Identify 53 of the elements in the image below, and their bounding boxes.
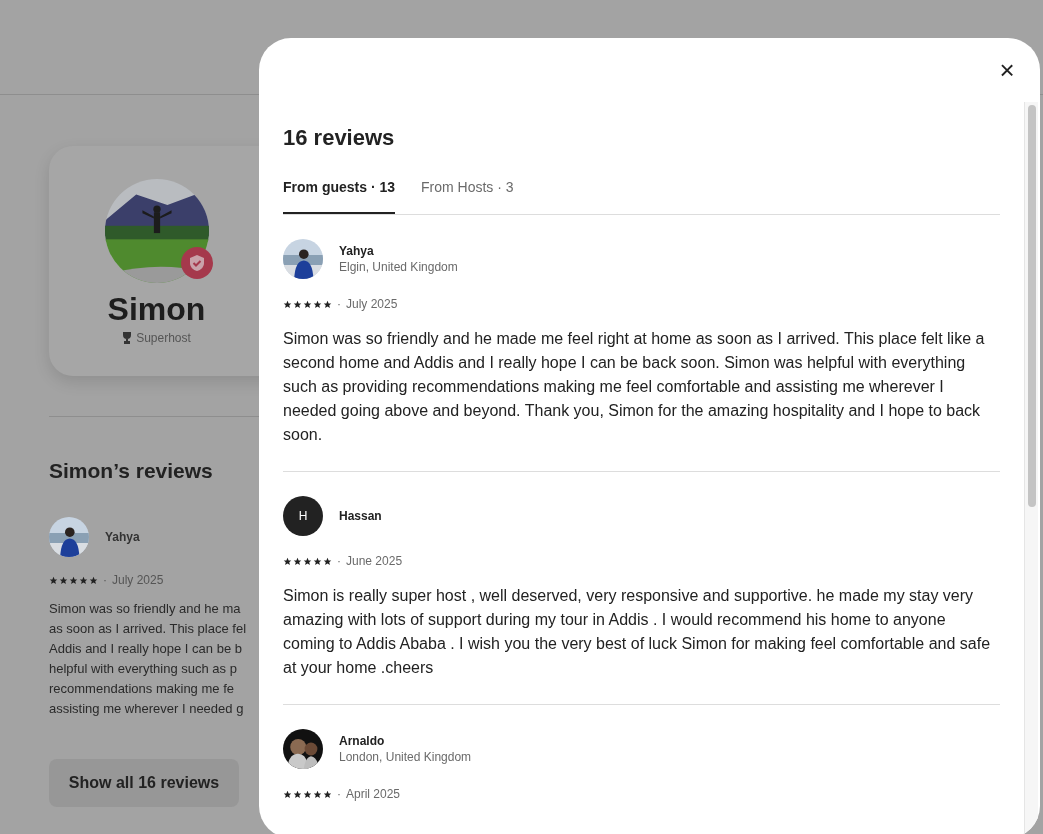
review-date: April 2025 [346, 786, 401, 803]
star-icon [313, 789, 322, 799]
avatar-initial: H [283, 496, 323, 536]
tab[interactable]: From guests · 13 [283, 177, 396, 214]
reviewer-location: London, United Kingdom [339, 749, 472, 765]
star-icon [313, 299, 322, 309]
star-icon [303, 789, 312, 799]
section-heading: Simon’s reviews [49, 458, 214, 484]
separator-dot: · [103, 572, 107, 589]
reviewer-name: Yahya [339, 243, 375, 259]
star-icon [293, 299, 302, 309]
review-text: Simon was so friendly and he made me feel right at home as soon as I arrived. This place felt like a second home and Addis and I really hope I can be back soon. Simon was helpful with everything such as providing recommendations making me feel comfortable and assisting me wherever I needed going above and beyond. Thank you, Simon for the amazing hospitality and I hope to back soon. [283, 329, 986, 445]
star-icon [303, 556, 312, 566]
star-icon [283, 299, 292, 309]
review-text-line: assisting me wherever I needed g [49, 700, 244, 718]
star-icon [293, 556, 302, 566]
reviewer-location: Elgin, United Kingdom [339, 259, 458, 275]
separator-dot: · [337, 553, 341, 570]
star-icon [323, 556, 332, 566]
review-date: July 2025 [112, 572, 164, 589]
separator-dot: · [337, 296, 341, 313]
reviewer-name: Hassan [339, 508, 382, 524]
review-text-line: as soon as I arrived. This place fel [49, 620, 247, 638]
modal-title: 16 reviews [283, 124, 396, 152]
star-icon [49, 575, 58, 585]
star-icon [303, 299, 312, 309]
shield-check-icon [180, 247, 213, 279]
reviewer-name: Yahya [105, 529, 140, 546]
show-all-reviews-button[interactable]: Show all 16 reviews [49, 759, 239, 807]
star-icon [323, 789, 332, 799]
star-icon [283, 789, 292, 799]
star-icon [59, 575, 68, 585]
reviewer-name: Arnaldo [339, 733, 386, 749]
review-text-line: Addis and I really hope I can be b [49, 640, 242, 658]
close-button[interactable]: × [993, 58, 1021, 82]
star-icon [293, 789, 302, 799]
tab[interactable]: From Hosts · 3 [421, 177, 514, 214]
review-text-line: recommendations making me fe [49, 680, 234, 698]
review-text: Simon is really super host , well deserved, very responsive and supportive. he made my stay very amazing with lots of support during my tour in Addis . I would recommend his home to anyone coming to Addis Ababa . I wish you the very best of luck Simon for making feel comfortable and safe at your home .cheers [283, 586, 992, 678]
star-icon [313, 556, 322, 566]
trophy-icon [122, 332, 133, 344]
separator-dot: · [337, 786, 341, 803]
review-text-line: Simon was so friendly and he ma [49, 600, 241, 618]
review-text-line: helpful with everything such as p [49, 660, 237, 678]
star-icon [323, 299, 332, 309]
star-icon [79, 575, 88, 585]
star-icon [69, 575, 78, 585]
star-icon [283, 556, 292, 566]
review-date: July 2025 [346, 296, 398, 313]
superhost-label: Superhost [136, 330, 191, 347]
host-name: Simon [107, 290, 206, 329]
review-date: June 2025 [346, 553, 403, 570]
star-icon [89, 575, 98, 585]
